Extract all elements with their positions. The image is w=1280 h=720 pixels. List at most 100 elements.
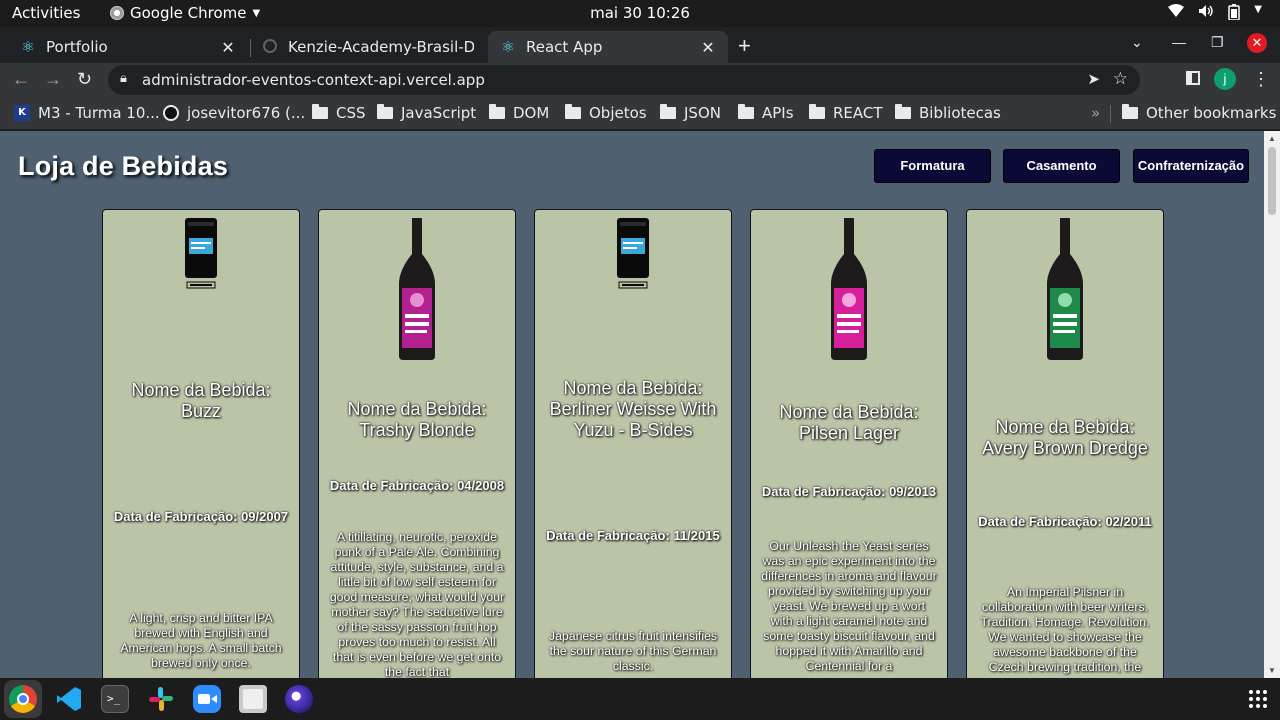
formatura-button[interactable]: Formatura	[874, 149, 991, 183]
folder-icon	[809, 104, 825, 119]
bookmark-label: REACT	[833, 104, 883, 122]
react-icon: ⚛	[501, 38, 515, 56]
beer-card: Nome da Bebida: Trashy Blonde Data de Fa…	[318, 209, 516, 678]
beer-description: A titillating, neurotic, peroxide punk o…	[329, 530, 505, 678]
casamento-button[interactable]: Casamento	[1003, 149, 1120, 183]
folder-icon	[565, 104, 581, 119]
bookmark-label: JSON	[684, 104, 721, 122]
bookmarks-divider	[1110, 105, 1111, 123]
beer-card: Nome da Bebida: Buzz Data de Fabricação:…	[102, 209, 300, 678]
slack-icon[interactable]	[147, 685, 175, 713]
beer-bottle-image	[1047, 218, 1083, 360]
other-bookmarks[interactable]: Other bookmarks	[1122, 104, 1276, 122]
beer-date: Data de Fabricação: 02/2011	[978, 514, 1152, 529]
screenshot-icon[interactable]	[285, 685, 313, 713]
close-window-button[interactable]: ✕	[1247, 33, 1267, 53]
wifi-icon	[1168, 4, 1185, 24]
bookmark-folder[interactable]: Bibliotecas	[895, 104, 1001, 122]
tab-search-icon[interactable]: ⌄	[1131, 34, 1143, 51]
back-button[interactable]: ←	[12, 69, 30, 90]
bookmark-label: CSS	[336, 104, 366, 122]
bookmark-folder[interactable]: CSS	[312, 104, 366, 122]
chevron-down-icon: ▼	[1254, 4, 1262, 15]
tab-title: Kenzie-Academy-Brasil-De	[288, 38, 474, 56]
terminal-icon[interactable]: >_	[101, 685, 129, 713]
beer-name: Nome da Bebida: Berliner Weisse With Yuz…	[549, 378, 717, 440]
scroll-down-icon[interactable]: ▼	[1268, 666, 1276, 675]
close-tab-icon[interactable]: ✕	[700, 38, 716, 57]
bookmark-label: josevitor676 (...	[187, 104, 306, 122]
system-top-bar: Activities Google Chrome ▼ mai 30 10:26 …	[0, 0, 1280, 27]
bookmark-item[interactable]: josevitor676 (...	[163, 104, 305, 122]
bookmark-label: Other bookmarks	[1146, 104, 1277, 122]
bookmark-folder[interactable]: JSON	[660, 104, 721, 122]
beer-card: Nome da Bebida: Berliner Weisse With Yuz…	[534, 209, 732, 678]
tab-title: React App	[526, 38, 603, 56]
confraternizacao-button[interactable]: Confraternização	[1133, 149, 1249, 183]
tab-strip: ⚛ Portfolio ✕ Kenzie-Academy-Brasil-De ⚛…	[0, 27, 1280, 63]
folder-icon	[895, 104, 911, 119]
beer-keg-image	[185, 218, 217, 289]
page-viewport: Loja de Bebidas Formatura Casamento Conf…	[0, 131, 1264, 678]
vscode-icon[interactable]	[55, 685, 83, 713]
clock[interactable]: mai 30 10:26	[0, 4, 1280, 22]
beer-keg-image	[617, 218, 649, 289]
beer-date: Data de Fabricação: 09/2013	[761, 484, 937, 499]
lock-icon[interactable]: 🔒︎	[120, 71, 127, 86]
bookmark-folder[interactable]: APIs	[738, 104, 794, 122]
beer-description: Japanese citrus fruit intensifies the so…	[548, 629, 718, 673]
bookmark-folder[interactable]: REACT	[809, 104, 883, 122]
side-panel-icon[interactable]	[1186, 71, 1200, 85]
page-title: Loja de Bebidas	[18, 151, 229, 181]
bookmark-folder[interactable]: Objetos	[565, 104, 647, 122]
address-bar[interactable]: 🔒︎ administrador-eventos-context-api.ver…	[108, 65, 1140, 95]
kenzie-icon: K	[14, 105, 30, 121]
bookmark-label: M3 - Turma 10...	[38, 104, 160, 122]
app-grid-icon[interactable]	[1249, 690, 1267, 708]
minimize-icon[interactable]: —	[1172, 34, 1186, 50]
new-tab-button[interactable]: +	[738, 33, 751, 59]
beer-name: Nome da Bebida: Trashy Blonde	[347, 399, 487, 440]
beer-bottle-image	[399, 218, 435, 360]
menu-kebab-icon[interactable]: ⋮	[1252, 69, 1270, 90]
more-bookmarks-chevron[interactable]: »	[1091, 104, 1100, 122]
chrome-icon[interactable]	[9, 685, 37, 713]
maximize-icon[interactable]: ❐	[1211, 34, 1224, 51]
github-icon	[163, 105, 179, 121]
forward-button[interactable]: →	[44, 69, 62, 90]
url-text[interactable]: administrador-eventos-context-api.vercel…	[142, 71, 485, 89]
bookmark-folder[interactable]: JavaScript	[377, 104, 476, 122]
profile-avatar[interactable]: j	[1214, 68, 1236, 90]
battery-icon	[1228, 4, 1241, 24]
beer-date: Data de Fabricação: 11/2015	[546, 528, 720, 543]
reload-button[interactable]: ↻	[77, 69, 92, 90]
bookmark-star-icon[interactable]: ☆	[1113, 69, 1128, 89]
tab-title: Portfolio	[46, 38, 108, 56]
files-icon[interactable]	[239, 685, 267, 713]
scrollbar-thumb[interactable]	[1268, 147, 1276, 215]
scroll-up-icon[interactable]: ▲	[1268, 134, 1276, 143]
beer-card: Nome da Bebida: Pilsen Lager Data de Fab…	[750, 209, 948, 678]
bookmark-folder[interactable]: DOM	[489, 104, 549, 122]
share-icon[interactable]: ➤	[1087, 70, 1100, 88]
bookmark-label: DOM	[513, 104, 550, 122]
beer-card: Nome da Bebida: Avery Brown Dredge Data …	[966, 209, 1164, 678]
tab-react-app[interactable]: ⚛ React App ✕	[488, 31, 728, 63]
beer-description: An Imperial Pilsner in collaboration wit…	[980, 585, 1150, 674]
folder-icon	[1122, 104, 1138, 119]
beer-date: Data de Fabricação: 04/2008	[329, 478, 505, 493]
tab-portfolio[interactable]: ⚛ Portfolio ✕	[8, 31, 248, 63]
close-tab-icon[interactable]: ✕	[220, 38, 236, 57]
dock: >_	[0, 678, 1280, 720]
folder-icon	[660, 104, 676, 119]
folder-icon	[377, 104, 393, 119]
system-tray[interactable]: ▼	[1168, 4, 1262, 24]
page-scrollbar[interactable]: ▲ ▼	[1264, 131, 1280, 678]
tab-kenzie[interactable]: Kenzie-Academy-Brasil-De	[250, 31, 486, 63]
bookmark-label: APIs	[762, 104, 794, 122]
folder-icon	[489, 104, 505, 119]
bookmark-label: Bibliotecas	[919, 104, 1001, 122]
bookmark-item[interactable]: K M3 - Turma 10...	[14, 104, 160, 122]
zoom-icon[interactable]	[193, 685, 221, 713]
github-icon	[262, 39, 278, 55]
